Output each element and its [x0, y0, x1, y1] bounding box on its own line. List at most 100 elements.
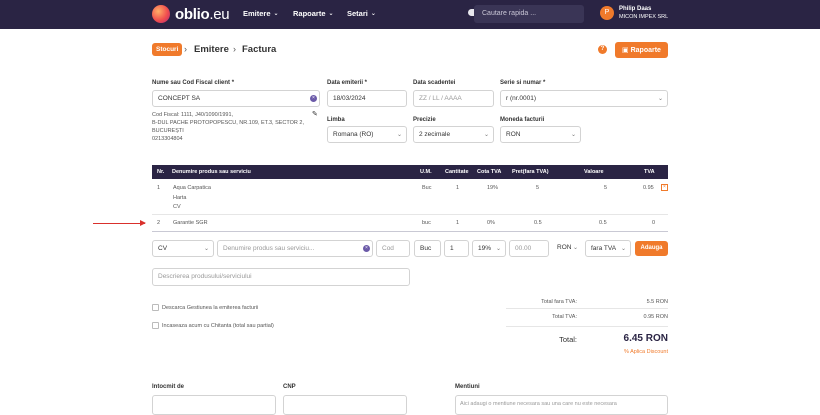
row-nr: 1 [157, 185, 161, 191]
logo-mark-icon [152, 5, 170, 23]
issued-by-input[interactable] [152, 395, 276, 415]
precision-select[interactable]: 2 zecimale ⌄ [413, 126, 494, 143]
product-description-input[interactable]: Descrierea produsului/serviciului [152, 268, 410, 286]
breadcrumb-emitere[interactable]: Emitere [194, 44, 229, 55]
row-vat-rate: 0% [487, 220, 495, 226]
chevron-down-icon: ⌄ [483, 132, 489, 138]
chevron-down-icon: ⌄ [495, 246, 501, 252]
col-name: Denumire produs sau serviciu [172, 169, 251, 175]
net-total-value: 5.5 RON [646, 299, 668, 305]
row-qty: 1 [456, 220, 460, 226]
chevron-down-icon: ⌄ [572, 245, 578, 251]
client-phone: 0213304804 [152, 136, 183, 142]
due-date-label: Data scadentei [413, 80, 456, 86]
row-name: Aqua Carpatica [173, 185, 211, 191]
client-fiscal-code: Cod Fiscal: 1111, J40/1090/1991, [152, 112, 234, 118]
client-input[interactable]: CONCEPT SA [152, 90, 320, 107]
row-um: buc [422, 220, 431, 226]
chevron-down-icon: ⌄ [328, 11, 334, 17]
language-label: Limba [327, 117, 345, 123]
um-input[interactable]: Buc [414, 240, 441, 257]
chevron-down-icon: ⌄ [620, 246, 626, 252]
price-currency-select[interactable]: RON ⌄ [552, 240, 582, 257]
user-name[interactable]: Philip Daas [619, 6, 651, 12]
stock-discharge-checkbox[interactable] [152, 304, 159, 311]
row-price: 0.5 [534, 220, 542, 226]
clear-icon[interactable]: × [310, 95, 317, 102]
red-arrow-annotation [93, 220, 146, 226]
vat-rate-select[interactable]: 19% ⌄ [472, 240, 506, 257]
stock-discharge-label[interactable]: Descarca Gestiunea la emiterea facturii [162, 305, 258, 311]
row-value: 5 [604, 185, 608, 191]
chevron-down-icon: ⌄ [570, 132, 576, 138]
row-price: 5 [536, 185, 540, 191]
client-city: BUCUREȘTI [152, 128, 184, 134]
nav-rapoarte[interactable]: Rapoarte ⌄ [293, 9, 334, 18]
help-icon[interactable]: ? [598, 45, 607, 54]
receipt-checkbox[interactable] [152, 322, 159, 329]
avatar[interactable]: P [600, 6, 614, 20]
divider [152, 214, 668, 215]
cnp-label: CNP [283, 384, 296, 390]
chevron-down-icon: ⌄ [657, 96, 663, 102]
row-sub: Harta [173, 195, 187, 201]
nav-setari[interactable]: Setari ⌄ [347, 9, 376, 18]
row-vat: 0 [652, 220, 656, 226]
col-vat-rate: Cota TVA [477, 169, 502, 175]
row-um: Buc [422, 185, 432, 191]
language-select[interactable]: Romana (RO) ⌄ [327, 126, 407, 143]
stocuri-badge[interactable]: Stocuri [152, 43, 183, 56]
col-qty: Cantitate [445, 169, 469, 175]
price-input[interactable]: 00.00 [509, 240, 549, 257]
apply-discount-link[interactable]: % Aplica Discount [598, 349, 668, 355]
reports-button[interactable]: ▣ Rapoarte [615, 42, 668, 58]
row-sub: CV [173, 204, 181, 210]
receipt-label[interactable]: Incaseaza acum cu Chitanta (total sau pa… [162, 323, 274, 329]
quantity-input[interactable]: 1 [444, 240, 469, 257]
top-navbar: oblio.eu Emitere ⌄ Rapoarte ⌄ Setari ⌄ Caut… [0, 0, 820, 29]
issue-date-input[interactable]: 18/03/2024 [327, 90, 407, 107]
chevron-down-icon: ⌄ [370, 11, 376, 17]
client-address: B-DUL PACHE PROTOPOPESCU, NR.109, ET.3, … [152, 120, 305, 126]
page-title: Factura [242, 44, 277, 55]
vat-total-value: 0.95 RON [643, 314, 668, 320]
quick-search-input[interactable]: Cautare rapida ... [474, 5, 584, 23]
divider [152, 231, 668, 232]
clear-icon[interactable]: × [363, 245, 370, 252]
currency-label: Moneda facturii [500, 117, 545, 123]
issued-by-label: Intocmit de [152, 384, 185, 390]
vat-mode-select[interactable]: fara TVA ⌄ [585, 240, 631, 257]
col-price: Pret(fara TVA) [512, 169, 549, 175]
user-company[interactable]: MICON IMPEX SRL [619, 14, 668, 20]
due-date-input[interactable]: ZZ / LL / AAAA [413, 90, 494, 107]
currency-select[interactable]: RON ⌄ [500, 126, 581, 143]
row-value: 0.5 [599, 220, 607, 226]
breadcrumb-separator-icon: › [184, 44, 187, 54]
chevron-down-icon: ⌄ [396, 132, 402, 138]
row-name: Garantie SGR [173, 220, 208, 226]
col-um: U.M. [420, 169, 432, 175]
product-type-select[interactable]: CV ⌄ [152, 240, 214, 257]
col-value: Valoare [584, 169, 604, 175]
edit-client-icon[interactable]: ✎ [312, 110, 318, 118]
product-name-input[interactable]: Denumire produs sau serviciu... [217, 240, 373, 257]
cnp-input[interactable] [283, 395, 407, 415]
logo-text: oblio.eu [175, 5, 230, 23]
logo[interactable]: oblio.eu [152, 5, 230, 23]
nav-emitere[interactable]: Emitere ⌄ [243, 9, 279, 18]
products-table-header: Nr. Denumire produs sau serviciu U.M. Ca… [152, 165, 668, 179]
divider [506, 308, 668, 309]
row-vat: 0.95 [643, 185, 654, 191]
col-vat: TVA [644, 169, 655, 175]
grand-total-value: 6.45 RON [623, 333, 668, 344]
series-label: Serie si numar * [500, 80, 546, 86]
mentions-input[interactable]: Aici adaugi o mentiune necesara sau una … [455, 395, 668, 415]
add-product-button[interactable]: Adauga [635, 241, 668, 256]
divider [506, 326, 668, 327]
breadcrumb-separator-icon: › [233, 44, 236, 54]
delete-row-icon[interactable]: × [661, 184, 668, 191]
series-select[interactable]: r (nr.0001) ⌄ [500, 90, 668, 107]
grand-total-label: Total: [559, 335, 577, 344]
product-code-input[interactable]: Cod [376, 240, 410, 257]
net-total-label: Total fara TVA: [541, 299, 577, 305]
